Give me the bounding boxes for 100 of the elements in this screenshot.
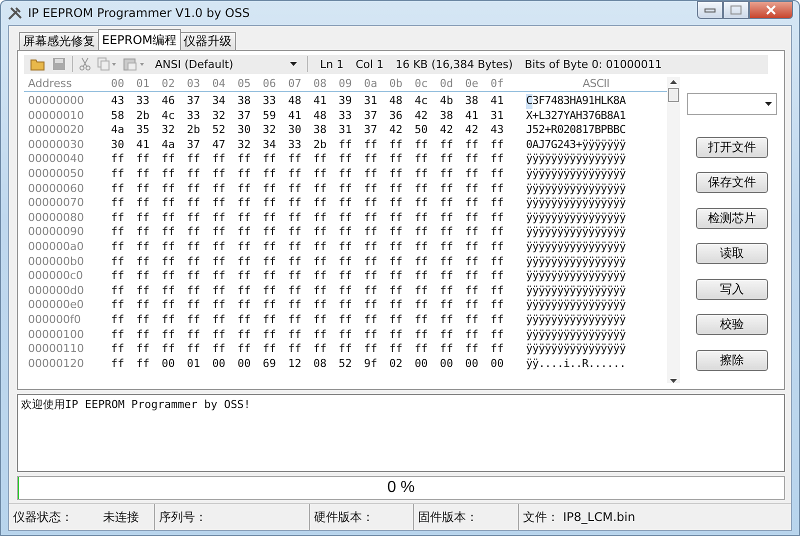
address-cell-text: 00000030	[27, 138, 85, 152]
byte-cell-text: ff	[262, 196, 278, 211]
byte-cell-text: ff	[364, 167, 378, 182]
scroll-down-icon[interactable]	[670, 378, 678, 382]
close-button[interactable]	[749, 1, 793, 19]
maximize-button[interactable]	[723, 1, 749, 19]
column-header: 0e	[465, 76, 480, 92]
save-icon[interactable]	[52, 57, 66, 72]
dropdown-arrow-icon	[290, 62, 297, 66]
byte-cell-text: ff	[389, 182, 404, 196]
column-header: 08	[313, 76, 328, 92]
byte-cell-text: ff	[364, 298, 378, 313]
ascii-cell-text: ÿÿÿÿÿÿÿÿÿÿÿÿÿÿÿÿ	[526, 240, 627, 255]
byte-cell-text: 37	[364, 108, 378, 124]
byte-cell-text: 33	[338, 108, 353, 124]
line-indicator: Ln 1	[320, 58, 344, 71]
action-button[interactable]: 打开文件	[696, 136, 768, 158]
byte-cell-text: ff	[262, 240, 278, 255]
byte-cell-text: ff	[440, 196, 454, 211]
tab[interactable]: EEPROM编程	[98, 29, 181, 50]
byte-cell-text: ff	[440, 240, 454, 255]
byte-cell-text: ff	[338, 196, 353, 211]
paste-icon[interactable]	[123, 57, 145, 72]
byte-cell-text: ff	[111, 328, 126, 342]
folder-icon[interactable]	[30, 57, 46, 72]
byte-cell-text: 37	[364, 123, 378, 138]
byte-cell-text: ff	[364, 328, 378, 342]
scroll-up-icon[interactable]	[670, 80, 678, 84]
byte-cell-text: ff	[465, 342, 480, 357]
byte-cell-text: 01	[186, 356, 202, 372]
byte-cell-text: ff	[414, 167, 429, 182]
byte-cell-text: ff	[338, 284, 353, 298]
byte-cell-text: ff	[440, 167, 454, 182]
byte-cell-text: ff	[162, 225, 176, 240]
action-button[interactable]: 读取	[696, 243, 768, 264]
byte-cell-text: ff	[440, 313, 454, 328]
byte-cell-text: ff	[111, 152, 126, 168]
byte-cell-text: 4c	[162, 108, 176, 124]
ascii-cell-text: ÿÿ....i..R......	[526, 356, 627, 372]
byte-cell-text: 33	[136, 94, 151, 109]
action-button[interactable]: 擦除	[696, 350, 768, 370]
byte-cell-text: 43	[490, 123, 505, 138]
byte-cell-text: ff	[338, 152, 353, 168]
byte-cell-text: ff	[313, 240, 328, 255]
byte-cell-text: ff	[364, 269, 378, 284]
byte-cell-text: ff	[262, 284, 278, 298]
byte-cell-text: ff	[237, 284, 252, 298]
byte-cell-text: ff	[389, 240, 404, 255]
minimize-button[interactable]	[697, 1, 723, 19]
tab[interactable]: 屏幕感光修复	[19, 32, 99, 50]
byte-cell-text: ff	[490, 138, 505, 152]
byte-cell-text: ff	[364, 342, 378, 357]
byte-cell-text: ff	[111, 210, 126, 226]
window-title: IP EEPROM Programmer V1.0 by OSS	[28, 6, 250, 20]
byte-cell-text: 48	[288, 94, 302, 109]
copy-icon[interactable]	[97, 57, 117, 72]
action-button[interactable]: 检测芯片	[696, 208, 768, 228]
byte-cell-text: ff	[186, 254, 202, 270]
column-header: 05	[237, 76, 252, 92]
byte-cell-text: ff	[414, 269, 429, 284]
byte-cell-text: ff	[111, 269, 126, 284]
scissors-icon[interactable]	[79, 57, 91, 72]
byte-cell-text: 00	[162, 356, 176, 372]
byte-cell-text: ff	[313, 342, 328, 357]
byte-cell-text: 50	[414, 123, 429, 138]
byte-cell-text: 43	[111, 94, 126, 109]
byte-cell-text: ff	[111, 284, 126, 298]
action-button[interactable]: 保存文件	[696, 172, 768, 193]
byte-cell-text: ff	[212, 269, 226, 284]
column-header: 07	[288, 76, 302, 92]
byte-cell-text: ff	[490, 240, 505, 255]
byte-cell-text: ff	[440, 210, 454, 226]
byte-cell-text: 39	[338, 94, 353, 109]
byte-cell-text: 37	[186, 94, 202, 109]
port-dropdown[interactable]	[687, 92, 778, 114]
byte-cell-text: 41	[465, 108, 480, 124]
byte-cell-text: ff	[414, 328, 429, 342]
byte-cell-text: 30	[237, 123, 252, 138]
action-button[interactable]: 校验	[696, 314, 768, 335]
byte-cell-text: ff	[136, 152, 151, 168]
byte-cell-text: 00	[440, 356, 454, 372]
scrollbar[interactable]	[667, 76, 680, 382]
byte-cell-text: 47	[212, 138, 226, 152]
byte-cell-text: ff	[111, 298, 126, 313]
byte-cell-text: ff	[440, 182, 454, 196]
byte-cell-text: 32	[212, 108, 226, 124]
ascii-cell-text: ÿÿÿÿÿÿÿÿÿÿÿÿÿÿÿÿ	[526, 196, 627, 211]
byte-cell-text: ff	[186, 225, 202, 240]
byte-cell-text: 31	[364, 94, 378, 109]
address-cell-text: 00000120	[27, 356, 85, 372]
encoding-dropdown[interactable]: ANSI (Default)	[151, 55, 301, 74]
byte-cell-text: ff	[136, 240, 151, 255]
address-cell-text: 00000070	[27, 196, 85, 211]
scroll-thumb[interactable]	[668, 88, 680, 102]
byte-cell-text: ff	[186, 342, 202, 357]
byte-cell-text: 32	[237, 138, 252, 152]
tab[interactable]: 仪器升级	[180, 32, 236, 50]
byte-cell-text: ff	[288, 313, 302, 328]
byte-cell-text: 48	[389, 94, 404, 109]
action-button[interactable]: 写入	[696, 278, 768, 300]
